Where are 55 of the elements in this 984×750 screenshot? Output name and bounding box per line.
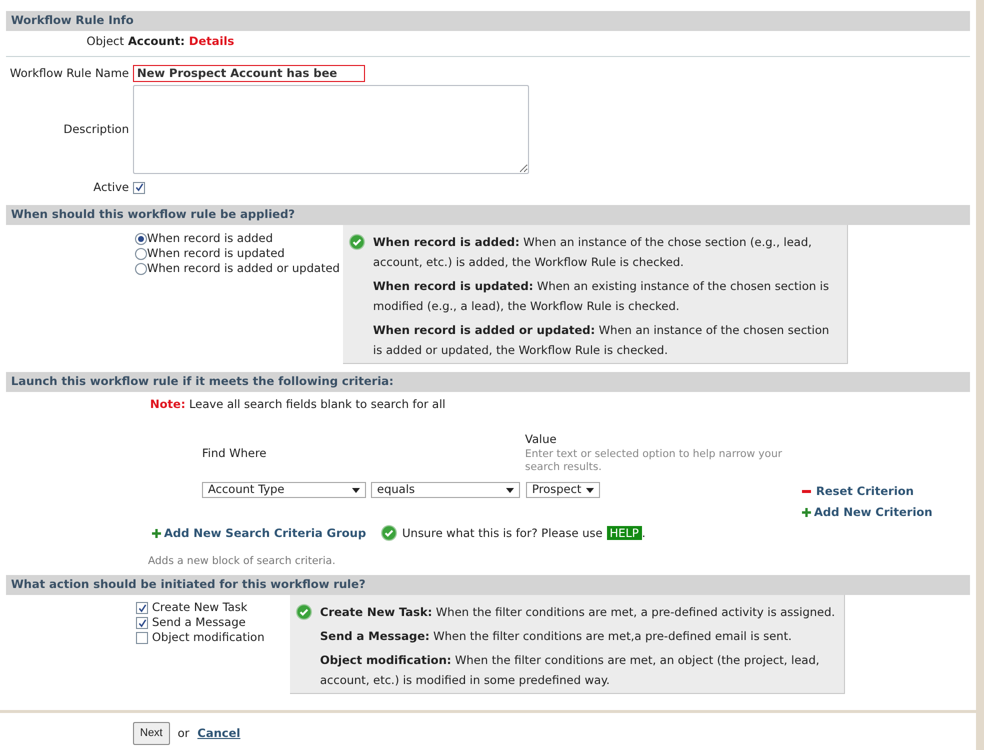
select-field[interactable]: Account Type: [202, 482, 366, 498]
option-label: When record is updated: [147, 245, 285, 262]
field-label: Description: [62, 121, 130, 138]
minus-icon: [802, 490, 811, 494]
section-header: Launch this workflow rule if it meets the following criteria:: [6, 372, 970, 392]
checkbox[interactable]: [136, 602, 148, 614]
field-label: Workflow Rule Name: [8, 65, 130, 82]
add-criterion-link[interactable]: Add New Criterion: [802, 504, 932, 522]
check-icon: [296, 604, 312, 620]
caret-icon: [506, 488, 514, 492]
check-icon: [381, 524, 398, 540]
section-header: Workflow Rule Info: [6, 11, 970, 31]
option-label: When record is added: [147, 230, 273, 248]
checkbox[interactable]: [133, 182, 145, 194]
help-paragraph: Create New Task: When the filter conditions are met, a pre-defined activity is assigned.: [320, 604, 836, 620]
option-label: When record is added or updated: [147, 260, 340, 278]
or-text: or: [178, 724, 190, 742]
help-link[interactable]: HELP: [606, 526, 642, 540]
name-input[interactable]: New Prospect Account has bee: [133, 65, 365, 82]
help-paragraph: Send a Message: When the filter conditions are met,a pre-defined email is sent.: [320, 628, 793, 644]
field-label: Object: [86, 32, 125, 50]
caret-icon: [586, 488, 594, 492]
hint-text: Enter text or selected option to help narrow your search results.: [525, 448, 784, 474]
help-text: Unsure what this is for? Please use: [402, 524, 603, 542]
radio-button[interactable]: [135, 233, 147, 245]
object-value: Account: Details: [128, 32, 234, 50]
add-group-link[interactable]: Add New Search Criteria Group: [152, 524, 366, 542]
select-field[interactable]: equals: [371, 482, 520, 498]
next-button[interactable]: Next: [133, 722, 170, 745]
caret-icon: [352, 488, 360, 492]
help-paragraph: When record is updated: When an existing instance of the chosen section is modified (e.g., a lead), the Workflow Rule is checked.: [373, 278, 830, 314]
column-label: Value: [525, 430, 558, 448]
note-text: Note: Leave all search fields blank to search for all: [150, 396, 446, 412]
plus-icon: [802, 508, 811, 518]
help-paragraph: When record is added: When an instance of the chose section (e.g., lead, account, etc.) is added, the Workflow Rule is checked.: [373, 234, 813, 270]
column-label: Find Where: [202, 444, 268, 462]
radio-button[interactable]: [135, 263, 147, 275]
reset-link[interactable]: Reset Criterion: [802, 483, 932, 500]
field-label: Active: [92, 179, 130, 196]
help-paragraph: When record is added or updated: When an instance of the chosen section is added or updated, the Workflow Rule is checked.: [373, 322, 830, 358]
option-label: Send a Message: [152, 614, 246, 632]
hint-text: Adds a new block of search criteria.: [148, 554, 336, 569]
help-paragraph: Object modification: When the filter conditions are met, an object (the project, lead, account, etc.) is modified in some predefined way.: [320, 652, 820, 688]
checkbox[interactable]: [136, 632, 148, 644]
check-icon: [349, 234, 365, 250]
checkbox[interactable]: [136, 617, 148, 629]
plus-icon: [152, 528, 161, 538]
section-header: What action should be initiated for this workflow rule?: [6, 574, 970, 594]
cancel-link[interactable]: Cancel: [197, 724, 240, 742]
select-field[interactable]: Prospect: [526, 482, 600, 498]
radio-button[interactable]: [135, 248, 147, 260]
option-label: Object modification: [152, 629, 264, 646]
section-header: When should this workflow rule be applied?: [6, 204, 970, 224]
period-text: .: [642, 524, 646, 542]
option-label: Create New Task: [152, 599, 248, 616]
